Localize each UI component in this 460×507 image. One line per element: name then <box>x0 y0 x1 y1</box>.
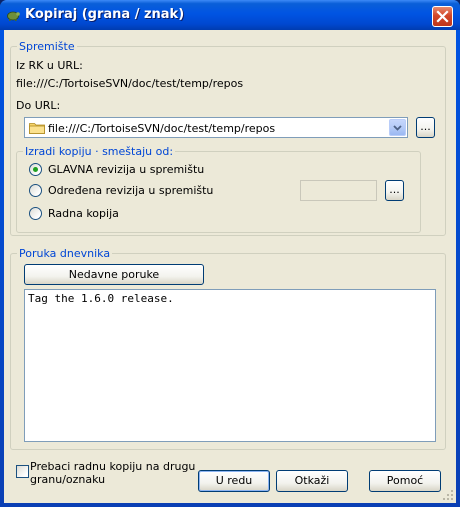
log-message-text: Tag the 1.6.0 release. <box>28 292 174 305</box>
title-bar[interactable]: Kopiraj (grana / znak) <box>0 0 460 30</box>
switch-working-copy-label-line2[interactable]: granu/oznaku <box>30 473 105 486</box>
radio-specific-revision[interactable] <box>29 184 42 197</box>
from-url-label: Iz RK u URL: <box>16 59 83 72</box>
to-url-label: Do URL: <box>16 99 61 112</box>
switch-working-copy-label-line1[interactable]: Prebaci radnu kopiju na drugu <box>30 460 195 473</box>
to-url-dropdown-button[interactable] <box>389 119 406 136</box>
copy-from-group: Izradi kopiju · smeštaju od: GLAVNA revi… <box>16 145 421 233</box>
cancel-button[interactable]: Otkaži <box>276 470 348 492</box>
to-url-combobox[interactable]: file:///C:/TortoiseSVN/doc/test/temp/rep… <box>24 117 408 138</box>
radio-head-revision[interactable] <box>29 163 42 176</box>
ok-button[interactable]: U redu <box>198 470 270 492</box>
to-url-value: file:///C:/TortoiseSVN/doc/test/temp/rep… <box>48 122 276 135</box>
radio-selected-dot <box>33 167 38 172</box>
to-url-browse-button[interactable]: ... <box>416 117 435 138</box>
log-message-group: Poruka dnevnika Nedavne poruke Tag the 1… <box>10 247 446 450</box>
radio-specific-revision-label[interactable]: Određena revizija u spremištu <box>48 184 213 197</box>
revision-input[interactable] <box>300 180 377 201</box>
folder-icon <box>29 123 45 134</box>
chevron-down-icon <box>393 125 402 131</box>
copy-from-group-legend: Izradi kopiju · smeštaju od: <box>23 145 176 158</box>
radio-working-copy[interactable] <box>29 207 42 220</box>
radio-head-revision-label[interactable]: GLAVNA revizija u spremištu <box>48 163 204 176</box>
help-button[interactable]: Pomoć <box>369 470 441 492</box>
log-message-textarea[interactable]: Tag the 1.6.0 release. <box>24 289 436 442</box>
close-button[interactable] <box>432 6 453 27</box>
radio-working-copy-label[interactable]: Radna kopija <box>48 207 119 220</box>
close-icon <box>436 10 449 23</box>
revision-browse-button[interactable]: ... <box>385 180 404 201</box>
from-url-value: file:///C:/TortoiseSVN/doc/test/temp/rep… <box>16 77 244 90</box>
recent-messages-button[interactable]: Nedavne poruke <box>24 264 204 285</box>
tortoise-icon <box>7 11 20 21</box>
window-title: Kopiraj (grana / znak) <box>25 7 185 22</box>
dialog-window: Kopiraj (grana / znak) Spremište Iz RK u… <box>0 0 460 507</box>
dialog-client-area: Spremište Iz RK u URL: file:///C:/Tortoi… <box>4 30 456 503</box>
resize-grip-icon[interactable] <box>442 489 454 501</box>
repository-group: Spremište Iz RK u URL: file:///C:/Tortoi… <box>10 40 446 236</box>
log-message-group-legend: Poruka dnevnika <box>17 247 113 260</box>
repository-group-legend: Spremište <box>17 40 77 53</box>
switch-working-copy-checkbox[interactable] <box>16 465 29 478</box>
